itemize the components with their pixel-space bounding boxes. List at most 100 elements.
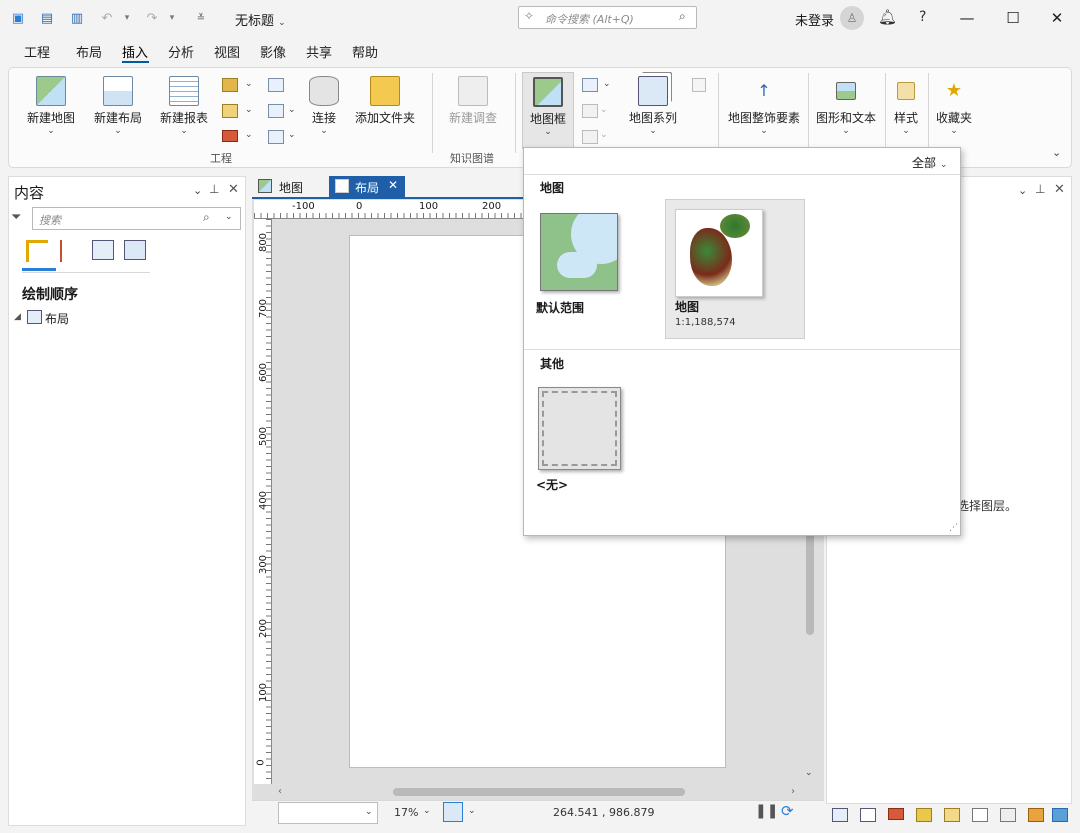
pin-icon[interactable]: ⊥ xyxy=(1035,182,1045,196)
symbology-icon[interactable] xyxy=(860,808,876,822)
map-tile-default-extent[interactable]: 默认范围 xyxy=(534,199,646,337)
tree-item-layout[interactable]: 布局 xyxy=(45,310,69,327)
map-frame-button[interactable]: 地图框 ⌄ xyxy=(522,72,574,149)
chevron-down-icon[interactable]: ⌄ xyxy=(600,105,608,115)
notebook-icon[interactable] xyxy=(268,78,284,92)
menu-imagery[interactable]: 影像 xyxy=(260,42,286,61)
close-window-button[interactable]: ✕ xyxy=(1034,0,1080,36)
open-project-icon[interactable]: ▤ xyxy=(38,9,56,27)
drawing-order-icon[interactable] xyxy=(26,240,48,262)
menu-view[interactable]: 视图 xyxy=(214,42,240,61)
save-project-icon[interactable]: ▥ xyxy=(68,9,86,27)
new-survey-button[interactable]: 新建调查 xyxy=(445,76,501,126)
list-by-editing-icon[interactable] xyxy=(92,240,114,260)
geoprocessing-icon[interactable] xyxy=(888,808,904,820)
menu-help[interactable]: 帮助 xyxy=(352,42,378,61)
chevron-down-icon[interactable]: ⌄ xyxy=(288,105,296,115)
chevron-down-icon[interactable]: ⌄ xyxy=(245,79,253,89)
gallery-filter[interactable]: 全部 ⌄ xyxy=(912,154,947,171)
maximize-button[interactable]: ☐ xyxy=(990,0,1036,36)
ruler-label: 500 xyxy=(258,426,270,447)
pane-options-chevron-icon[interactable]: ⌄ xyxy=(1018,184,1027,197)
presentation-icon[interactable] xyxy=(268,130,284,144)
selection-order-icon[interactable] xyxy=(60,240,82,262)
close-pane-icon[interactable]: ✕ xyxy=(228,182,239,197)
scroll-down-icon[interactable]: ⌄ xyxy=(805,768,813,778)
connect-button[interactable]: 连接 ⌄ xyxy=(303,76,345,136)
refresh-icon[interactable]: ⟳ xyxy=(781,802,794,820)
toolbox-red-icon[interactable] xyxy=(222,130,238,142)
scroll-right-icon[interactable]: › xyxy=(791,786,795,797)
chevron-down-icon[interactable]: ⌄ xyxy=(423,806,431,816)
map-series-button[interactable]: 地图系列 ⌄ xyxy=(624,76,682,136)
resize-grip-icon[interactable]: ⋰ xyxy=(949,523,958,533)
catalog-icon[interactable] xyxy=(832,808,848,822)
attributes-icon[interactable] xyxy=(972,808,988,822)
chevron-down-icon[interactable]: ⌄ xyxy=(245,130,253,140)
scale-selector[interactable]: ⌄ xyxy=(278,802,378,824)
toolbox-icon[interactable] xyxy=(222,78,238,92)
scroll-left-icon[interactable]: ‹ xyxy=(278,786,282,797)
chevron-down-icon[interactable]: ⌄ xyxy=(245,105,253,115)
contents-search-input[interactable]: 搜索 ⌕ ⌄ xyxy=(32,207,241,230)
horizontal-scrollbar[interactable] xyxy=(393,788,685,796)
graphics-text-button[interactable]: 图形和文本 ⌄ xyxy=(814,76,878,136)
filter-icon[interactable]: ⏷ xyxy=(11,210,21,225)
menu-insert[interactable]: 插入 xyxy=(122,42,148,61)
pin-icon[interactable]: ⊥ xyxy=(209,182,219,196)
list-by-snapping-icon[interactable] xyxy=(124,240,146,260)
ribbon-collapse-icon[interactable]: ⌄ xyxy=(1052,146,1061,159)
menu-layout[interactable]: 布局 xyxy=(76,42,102,61)
help-button[interactable]: ? xyxy=(919,9,926,25)
modify-icon[interactable] xyxy=(1000,808,1016,822)
map-tile-none[interactable]: <无> xyxy=(534,381,624,493)
customize-toolbar-icon[interactable]: ≚ xyxy=(192,9,210,27)
format-icon[interactable] xyxy=(1052,808,1068,822)
chevron-down-icon[interactable]: ⌄ xyxy=(468,806,476,816)
sign-in-status[interactable]: 未登录 xyxy=(795,10,834,29)
snapping-icon[interactable] xyxy=(443,802,463,822)
graticule-icon[interactable] xyxy=(582,104,598,118)
tile-map-label: 地图 xyxy=(675,300,700,314)
close-pane-icon[interactable]: ✕ xyxy=(1054,182,1065,197)
python-notebook-icon[interactable] xyxy=(268,104,284,118)
guide-icon[interactable] xyxy=(582,130,598,144)
new-report-button[interactable]: 新建报表 ⌄ xyxy=(158,76,210,136)
menu-project[interactable]: 工程 xyxy=(24,42,50,61)
menu-share[interactable]: 共享 xyxy=(306,42,332,61)
undo-dropdown-icon[interactable]: ▾ xyxy=(118,9,136,27)
edit-icon[interactable] xyxy=(916,808,932,822)
map-tile-map[interactable]: 地图 1:1,188,574 xyxy=(665,199,805,339)
map-surround-button[interactable]: ↑ 地图整饰要素 ⌄ xyxy=(726,76,802,136)
element-icon[interactable] xyxy=(1028,808,1044,822)
new-project-icon[interactable]: ▣ xyxy=(9,9,27,27)
task-icon[interactable] xyxy=(222,104,238,118)
favorites-button[interactable]: ★ 收藏夹 ⌄ xyxy=(933,76,975,136)
close-tab-icon[interactable]: ✕ xyxy=(388,178,398,192)
new-map-button[interactable]: 新建地图 ⌄ xyxy=(25,76,77,136)
chevron-down-icon[interactable]: ⌄ xyxy=(603,79,611,89)
pane-options-chevron-icon[interactable]: ⌄ xyxy=(193,184,202,197)
tab-map[interactable]: 地图 xyxy=(252,176,324,198)
grid-icon[interactable] xyxy=(582,78,598,92)
tree-expand-icon[interactable]: ◢ xyxy=(14,312,21,322)
chevron-down-icon[interactable]: ⌄ xyxy=(600,130,608,140)
redo-dropdown-icon[interactable]: ▾ xyxy=(163,9,181,27)
menu-analysis[interactable]: 分析 xyxy=(168,42,194,61)
notification-bell-icon[interactable]: 🔔︎ xyxy=(878,8,897,26)
pause-icon[interactable]: ❚❚ xyxy=(755,803,778,819)
avatar[interactable]: ♙ xyxy=(840,6,864,30)
zoom-level[interactable]: 17% xyxy=(394,806,418,819)
minimize-button[interactable]: — xyxy=(944,0,990,36)
redo-icon[interactable]: ↷ xyxy=(143,9,161,27)
command-search-input[interactable]: ✧ 命令搜索 (Alt+Q) ⌕ xyxy=(518,6,697,29)
new-layout-button[interactable]: 新建布局 ⌄ xyxy=(92,76,144,136)
reports-series-icon[interactable] xyxy=(692,78,706,92)
undo-icon[interactable]: ↶ xyxy=(98,9,116,27)
chevron-down-icon[interactable]: ⌄ xyxy=(288,130,296,140)
create-features-icon[interactable] xyxy=(944,808,960,822)
style-button[interactable]: 样式 ⌄ xyxy=(889,76,923,136)
add-folder-button[interactable]: 添加文件夹 xyxy=(352,76,418,126)
window-title[interactable]: 无标题 ⌄ xyxy=(235,10,286,29)
tab-layout[interactable]: 布局 ✕ xyxy=(329,176,405,198)
